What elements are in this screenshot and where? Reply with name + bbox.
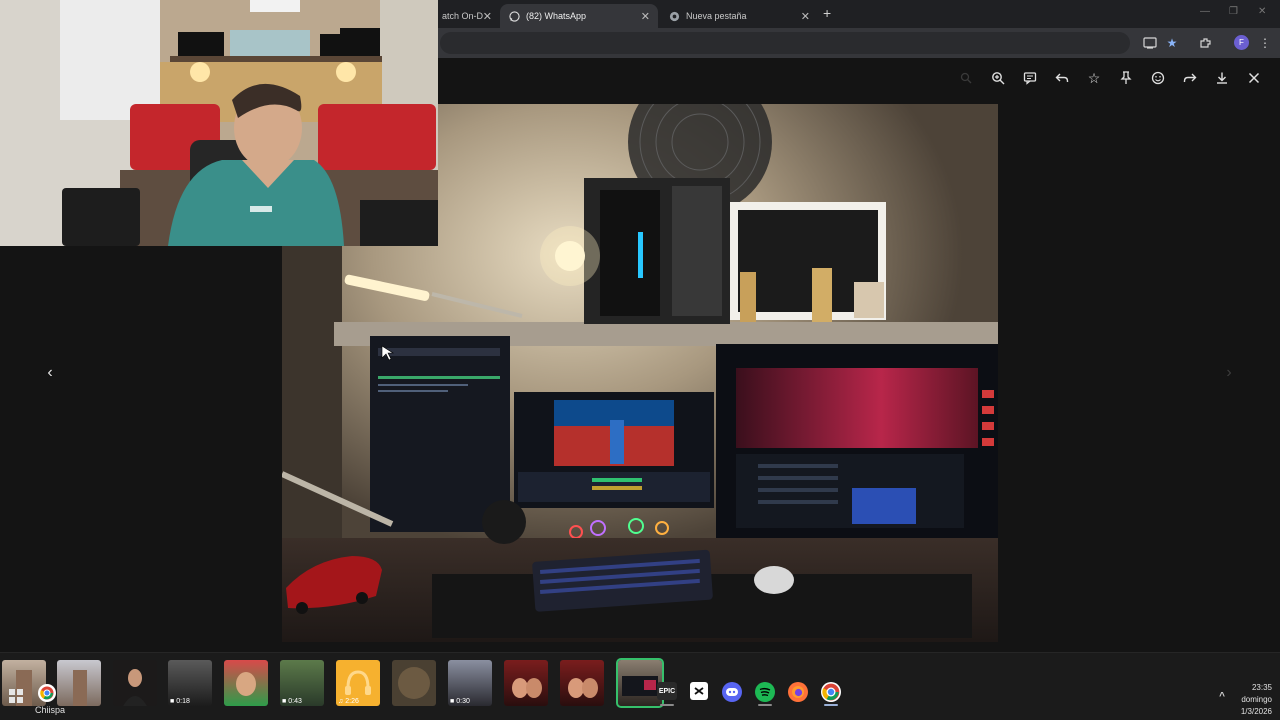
thumbnail-photo [236, 672, 256, 696]
tab-watch-on-demand[interactable]: atch On-D ✕ [434, 4, 500, 28]
media-thumbnail[interactable]: ■ 0:30 [448, 660, 492, 706]
minimize-icon[interactable]: — [1200, 6, 1210, 17]
webcam-feed [0, 0, 438, 246]
thumbnail-photo [622, 676, 658, 696]
close-icon[interactable]: ✕ [641, 10, 650, 23]
system-clock[interactable]: 23:35 domingo 1/3/2026 [1241, 682, 1272, 718]
tab-label: (82) WhatsApp [526, 11, 587, 21]
cast-icon[interactable] [1141, 34, 1159, 52]
video-camera-icon: ■ [450, 698, 455, 705]
video-duration: ■ 0:43 [282, 698, 302, 705]
chrome-icon [668, 10, 680, 22]
window-close-icon[interactable]: ✕ [1258, 6, 1266, 17]
close-icon[interactable]: ✕ [801, 10, 810, 23]
thumbnail-photo [512, 678, 542, 698]
extensions-icon[interactable] [1196, 34, 1214, 52]
close-icon[interactable] [1244, 68, 1264, 88]
media-thumbnail[interactable]: ■ 0:18 [168, 660, 212, 706]
video-camera-icon: ■ [282, 698, 287, 705]
video-camera-icon: ■ [170, 698, 175, 705]
capcut-icon[interactable] [690, 682, 708, 700]
clock-date: 1/3/2026 [1240, 707, 1272, 716]
close-icon[interactable]: ✕ [483, 10, 492, 23]
chrome-taskbar-icon[interactable] [38, 684, 56, 702]
spotify-icon[interactable] [755, 682, 775, 702]
video-duration: ■ 0:30 [450, 698, 470, 705]
next-media-arrow[interactable]: › [1217, 361, 1241, 385]
download-icon[interactable] [1212, 68, 1232, 88]
active-indicator [824, 704, 838, 706]
thumbnail-photo [73, 670, 87, 706]
emoji-icon[interactable] [1148, 68, 1168, 88]
tab-whatsapp[interactable]: (82) WhatsApp ✕ [500, 4, 658, 28]
restore-icon[interactable]: ❐ [1229, 6, 1238, 17]
profile-avatar[interactable]: F [1234, 35, 1249, 50]
forward-icon[interactable] [1180, 68, 1200, 88]
chevron-up-icon[interactable]: ^ [1216, 690, 1228, 702]
new-tab-button[interactable]: + [823, 5, 831, 21]
active-indicator [758, 704, 772, 706]
zoom-in-icon[interactable] [988, 68, 1008, 88]
media-thumbnail[interactable]: ♫ 2:26 [336, 660, 380, 706]
media-thumbnail-selected[interactable] [616, 658, 664, 708]
media-thumbnail[interactable] [392, 660, 436, 706]
star-icon[interactable]: ☆ [1084, 68, 1104, 88]
previous-media-arrow[interactable]: ‹ [38, 361, 62, 385]
discord-icon[interactable] [722, 682, 742, 702]
pin-icon[interactable] [1116, 68, 1136, 88]
thumbnail-photo [398, 667, 430, 699]
firefox-icon[interactable] [788, 682, 808, 702]
media-thumbnail[interactable] [113, 660, 157, 706]
audio-duration: ♫ 2:26 [338, 698, 359, 705]
active-indicator [660, 704, 674, 706]
bookmark-star-icon[interactable]: ★ [1163, 34, 1181, 52]
media-thumbnail[interactable]: ■ 0:43 [280, 660, 324, 706]
epic-games-icon[interactable]: EPIC [657, 682, 677, 700]
whatsapp-icon [508, 10, 520, 22]
tab-nueva-pestana[interactable]: Nueva pestaña ✕ [660, 4, 818, 28]
omnibox[interactable] [440, 32, 1130, 54]
media-thumbnail[interactable] [224, 660, 268, 706]
menu-kebab-icon[interactable]: ⋮ [1256, 34, 1274, 52]
windows-start-icon[interactable] [8, 688, 24, 704]
reply-icon[interactable] [1052, 68, 1072, 88]
thumbnail-photo [568, 678, 598, 698]
clock-day: domingo [1241, 695, 1272, 704]
tab-label: atch On-D [442, 11, 484, 21]
tab-label: Nueva pestaña [686, 11, 747, 21]
headphones-small-icon: ♫ [338, 698, 344, 705]
clock-time: 23:35 [1251, 683, 1272, 692]
chrome-taskbar-icon[interactable] [821, 682, 841, 702]
thumbnail-photo [123, 669, 147, 706]
webcam-overlay [0, 0, 438, 246]
taskbar-label: Chiispa [35, 705, 66, 715]
comment-icon[interactable] [1020, 68, 1040, 88]
media-thumbnail[interactable] [57, 660, 101, 706]
search-icon [956, 68, 976, 88]
media-thumbnail[interactable] [504, 660, 548, 706]
video-duration: ■ 0:18 [170, 698, 190, 705]
media-thumbnail[interactable] [560, 660, 604, 706]
